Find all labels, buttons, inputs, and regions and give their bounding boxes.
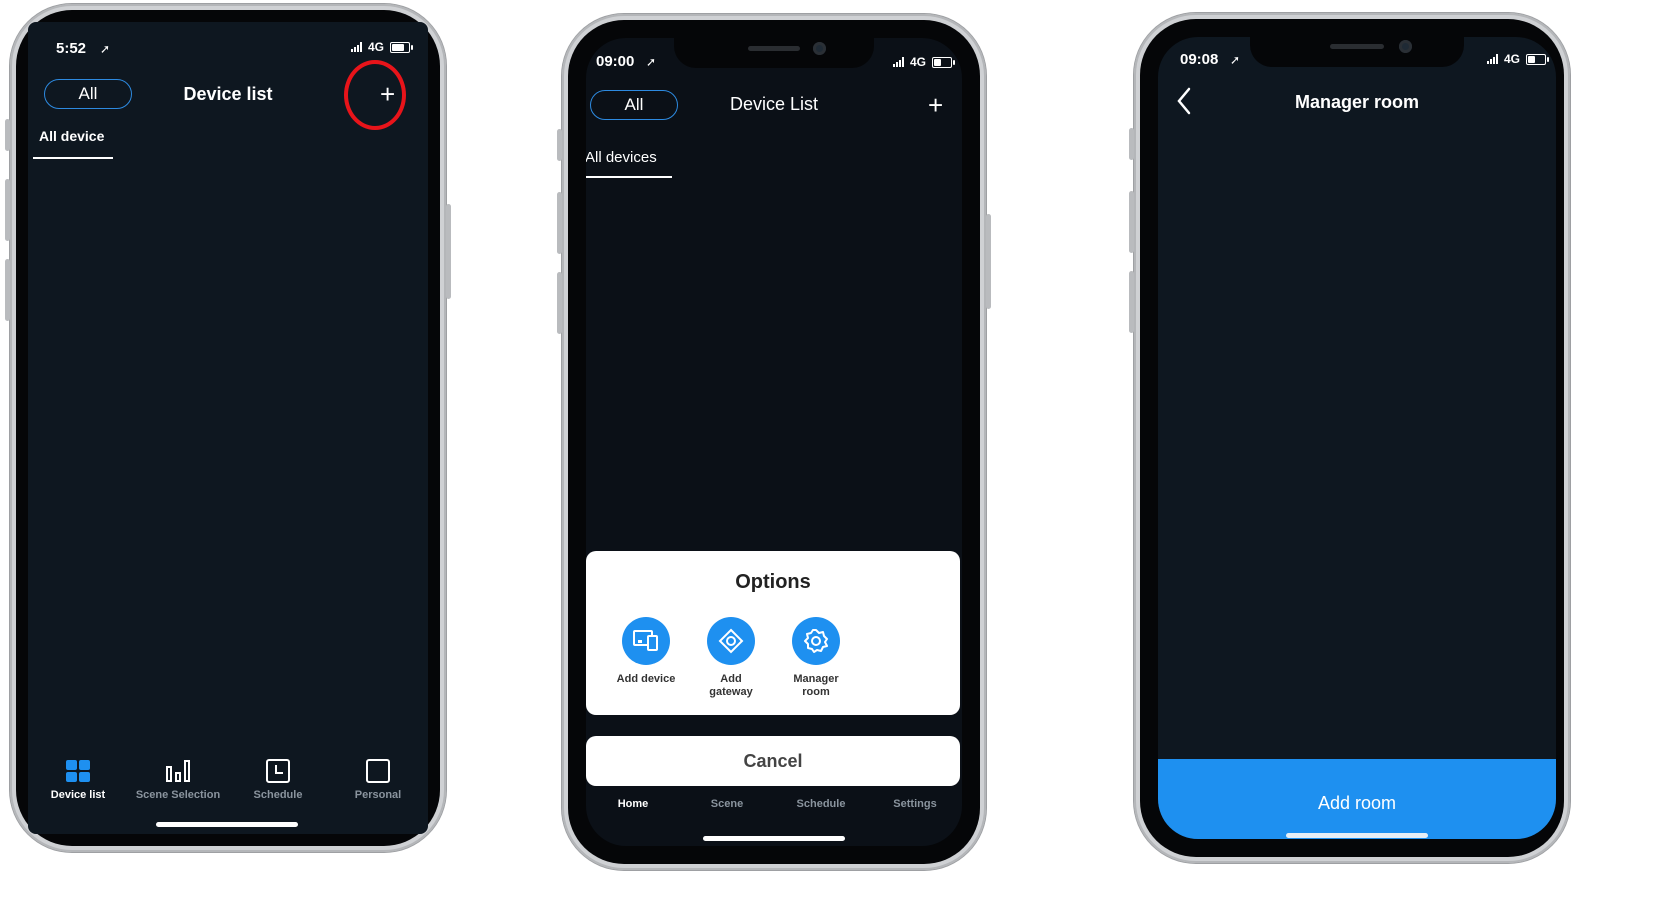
- status-time: 09:08: [1180, 51, 1219, 68]
- option-label: Add device: [616, 673, 676, 685]
- grid-icon: [66, 760, 90, 782]
- nav-label: Schedule: [253, 789, 303, 801]
- phone-frame-1: 5:52 ➚ 4G All Device list + All device D…: [5, 4, 451, 852]
- phone-bezel-2: 09:00 ➚ 4G All Device List + All devices…: [568, 20, 980, 864]
- nav-settings[interactable]: Settings: [868, 792, 962, 810]
- phone-bezel-1: 5:52 ➚ 4G All Device list + All device D…: [16, 10, 440, 846]
- gateway-icon-circle: [707, 617, 755, 665]
- status-bar: 5:52 ➚ 4G: [28, 22, 428, 62]
- phone-bezel-3: 09:08 ➚ 4G Manager room Add room: [1140, 19, 1564, 857]
- nav-personal[interactable]: Personal: [328, 759, 428, 801]
- page-title: Manager room: [1294, 92, 1420, 112]
- nav-label: Scene: [710, 798, 744, 810]
- status-time: 09:00: [596, 53, 635, 70]
- nav-label: Home: [617, 798, 649, 810]
- volume-up-button: [1129, 191, 1134, 253]
- option-label: Manager room: [793, 673, 839, 698]
- volume-down-button: [557, 272, 562, 334]
- screen-manager-room: 09:08 ➚ 4G Manager room Add room: [1158, 37, 1556, 839]
- mute-switch: [1129, 128, 1134, 160]
- power-button: [446, 204, 451, 299]
- signal-icon: [1486, 54, 1498, 64]
- signal-icon: [350, 42, 362, 52]
- options-sheet: Options Add device Add gateway Manager r…: [586, 551, 960, 715]
- phone-frame-3: 09:08 ➚ 4G Manager room Add room: [1129, 13, 1570, 863]
- add-device-option[interactable]: Add device: [606, 617, 686, 686]
- gear-icon-circle: [792, 617, 840, 665]
- nav-device-list[interactable]: Device list: [28, 759, 128, 801]
- nav-label: Personal: [354, 789, 402, 801]
- nav-schedule[interactable]: Schedule: [228, 759, 328, 801]
- location-arrow-icon: ➚: [1230, 53, 1241, 67]
- power-button: [986, 214, 991, 309]
- system-indicators: 4G: [892, 55, 955, 69]
- location-arrow-icon: ➚: [100, 42, 111, 56]
- mute-switch: [5, 119, 10, 151]
- plus-icon[interactable]: +: [928, 92, 943, 118]
- home-indicator: [703, 836, 845, 841]
- highlight-circle: [344, 60, 406, 130]
- nav-label: Settings: [893, 798, 937, 810]
- chevron-left-icon[interactable]: [1176, 87, 1192, 115]
- manager-room-option[interactable]: Manager room: [776, 617, 856, 699]
- device-icon-circle: [622, 617, 670, 665]
- tab-all-devices[interactable]: All devices: [586, 149, 657, 166]
- page-title: Device List: [729, 94, 819, 114]
- location-arrow-icon: ➚: [646, 55, 657, 69]
- system-indicators: 4G: [1486, 52, 1549, 66]
- home-indicator: [1286, 833, 1428, 838]
- options-title: Options: [735, 571, 811, 593]
- nav-scene[interactable]: Scene: [680, 792, 774, 810]
- nav-label: Schedule: [796, 798, 846, 810]
- filter-all-button[interactable]: All: [590, 90, 678, 120]
- battery-icon: [390, 41, 413, 53]
- network-label: 4G: [367, 40, 384, 54]
- mute-switch: [557, 129, 562, 161]
- tab-all-device[interactable]: All device: [39, 128, 104, 144]
- gear-icon: [804, 629, 828, 653]
- volume-down-button: [5, 259, 10, 321]
- screen-device-list-options: 09:00 ➚ 4G All Device List + All devices…: [586, 38, 962, 846]
- volume-up-button: [5, 179, 10, 241]
- nav-label: Device list: [50, 789, 106, 801]
- page-title: Device list: [183, 84, 273, 104]
- option-label: Add gateway: [709, 673, 753, 698]
- network-label: 4G: [1503, 52, 1520, 66]
- nav-scene-selection[interactable]: Scene Selection: [128, 759, 228, 801]
- square-icon: [366, 759, 390, 783]
- bottom-nav: Device list Scene Selection Schedule Per…: [28, 759, 428, 801]
- filter-all-button[interactable]: All: [44, 79, 132, 109]
- phone-frame-2: 09:00 ➚ 4G All Device List + All devices…: [557, 14, 991, 870]
- gateway-icon: [718, 628, 744, 654]
- battery-icon: [1526, 53, 1549, 65]
- tab-underline: [33, 157, 113, 159]
- volume-down-button: [1129, 271, 1134, 333]
- system-indicators: 4G: [350, 40, 413, 54]
- clock-icon: [266, 759, 290, 783]
- nav-schedule[interactable]: Schedule: [774, 792, 868, 810]
- network-label: 4G: [909, 55, 926, 69]
- add-room-button[interactable]: Add room: [1158, 759, 1556, 839]
- nav-label: Scene Selection: [135, 789, 221, 801]
- home-indicator: [156, 822, 298, 827]
- device-icon: [633, 630, 658, 651]
- nav-home[interactable]: Home: [586, 792, 680, 810]
- status-bar: 09:00 ➚ 4G: [586, 38, 962, 78]
- battery-icon: [932, 56, 955, 68]
- signal-icon: [892, 57, 904, 67]
- scene-icon: [166, 760, 190, 782]
- cancel-button[interactable]: Cancel: [586, 736, 960, 786]
- add-gateway-option[interactable]: Add gateway: [691, 617, 771, 699]
- bottom-nav: Home Scene Schedule Settings: [586, 792, 962, 810]
- status-bar: 09:08 ➚ 4G: [1158, 37, 1556, 77]
- status-time: 5:52: [56, 40, 87, 57]
- screen-device-list: 5:52 ➚ 4G All Device list + All device D…: [28, 22, 428, 834]
- volume-up-button: [557, 192, 562, 254]
- tab-underline: [586, 176, 672, 178]
